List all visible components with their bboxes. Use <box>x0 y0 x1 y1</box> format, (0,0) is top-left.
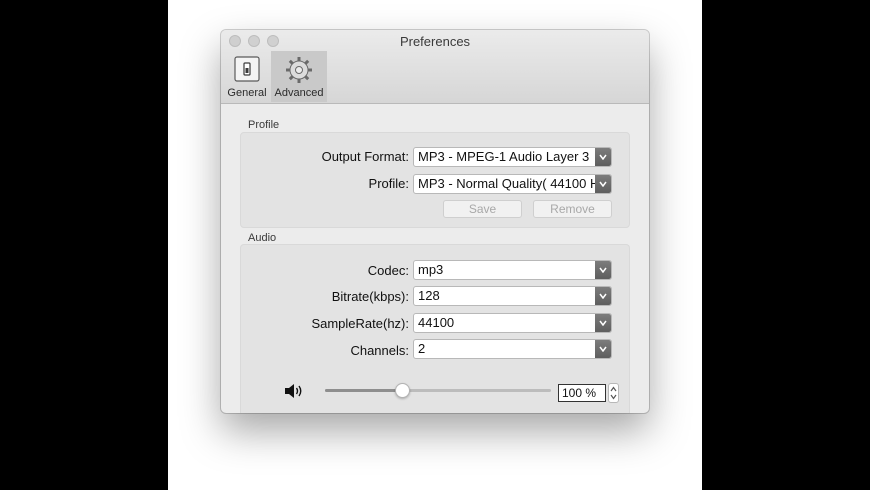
output-format-value: MP3 - MPEG-1 Audio Layer 3 <box>418 149 590 164</box>
chevron-down-icon <box>595 314 611 332</box>
output-format-label: Output Format: <box>321 149 409 164</box>
channels-label: Channels: <box>350 343 409 358</box>
codec-value: mp3 <box>418 262 444 277</box>
codec-select[interactable]: mp3 <box>413 260 612 280</box>
remove-button[interactable]: Remove <box>533 200 612 218</box>
chevron-down-icon <box>595 340 611 358</box>
tab-advanced-label: Advanced <box>274 87 324 99</box>
stepper-arrows-icon <box>610 386 617 400</box>
speaker-icon <box>285 384 302 398</box>
profile-label: Profile: <box>368 176 409 191</box>
preferences-window: Preferences General Advanced Profile Out… <box>221 30 649 413</box>
chevron-down-icon <box>595 175 611 193</box>
volume-stepper[interactable] <box>608 383 619 403</box>
chevron-down-icon <box>595 148 611 166</box>
switch-icon <box>234 56 260 82</box>
bitrate-select[interactable]: 128 <box>413 286 612 306</box>
window-title: Preferences <box>399 34 471 49</box>
gear-icon <box>286 57 312 83</box>
bitrate-value: 128 <box>418 288 440 303</box>
samplerate-select[interactable]: 44100 <box>413 313 612 333</box>
tab-general-label: General <box>227 87 267 99</box>
volume-slider[interactable] <box>325 389 551 392</box>
volume-slider-fill <box>325 389 402 392</box>
profile-select[interactable]: MP3 - Normal Quality( 44100 Hz <box>413 174 612 194</box>
save-button[interactable]: Save <box>443 200 522 218</box>
chevron-down-icon <box>595 287 611 305</box>
output-format-select[interactable]: MP3 - MPEG-1 Audio Layer 3 <box>413 147 612 167</box>
bitrate-label: Bitrate(kbps): <box>331 289 409 304</box>
tab-advanced[interactable]: Advanced <box>271 51 327 102</box>
tab-general[interactable]: General <box>227 51 267 102</box>
volume-input[interactable]: 100 % <box>558 384 606 402</box>
codec-label: Codec: <box>367 263 409 278</box>
volume-slider-knob[interactable] <box>394 383 410 398</box>
title-toolbar: Preferences General Advanced <box>221 30 649 104</box>
profile-section-title: Profile <box>248 119 280 131</box>
channels-select[interactable]: 2 <box>413 339 612 359</box>
samplerate-label: SampleRate(hz): <box>311 316 409 331</box>
channels-value: 2 <box>418 341 426 356</box>
audio-section-title: Audio <box>248 232 277 244</box>
chevron-down-icon <box>595 261 611 279</box>
samplerate-value: 44100 <box>418 315 455 330</box>
profile-value: MP3 - Normal Quality( 44100 Hz <box>418 176 606 191</box>
